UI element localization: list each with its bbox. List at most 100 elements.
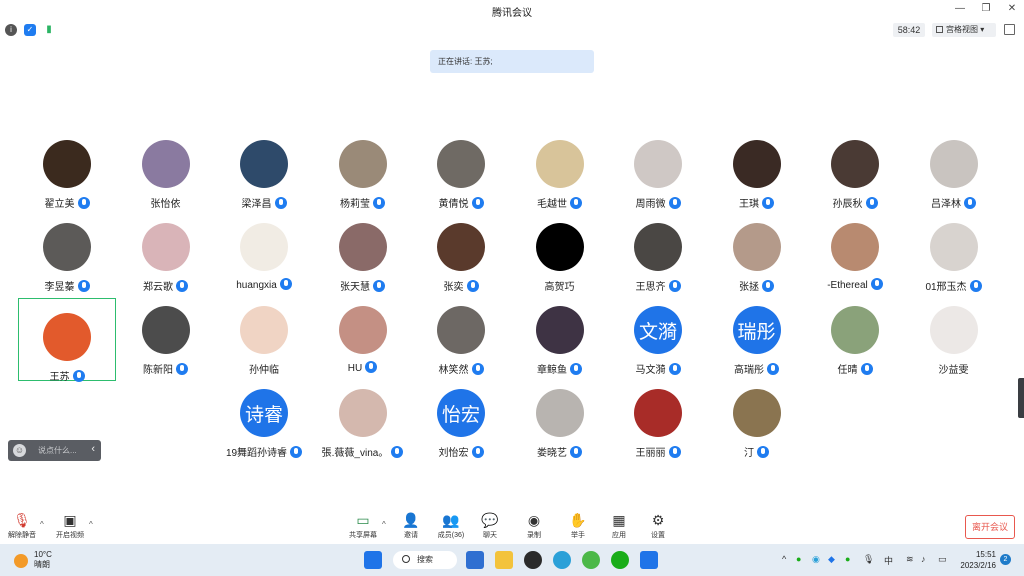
audio-options-caret[interactable]: ^: [40, 520, 44, 529]
participant-avatar: [43, 313, 91, 361]
participant-tile[interactable]: 高贺巧: [511, 209, 609, 293]
minimize-icon[interactable]: —: [954, 2, 966, 16]
participant-tile[interactable]: 王苏: [18, 298, 116, 383]
participant-tile[interactable]: 怡宏 刘怡宏: [412, 375, 510, 459]
participant-tile[interactable]: 梁泽昌: [215, 126, 313, 210]
invite-button[interactable]: 👤 邀请: [391, 512, 431, 540]
participant-avatar: [141, 140, 190, 188]
participant-name-row: 梁泽昌: [215, 195, 313, 210]
participant-tile[interactable]: -Ethereal: [806, 209, 904, 291]
share-screen-button[interactable]: ▭ 共享屏幕: [343, 512, 383, 540]
dell-icon[interactable]: [524, 551, 542, 569]
participant-avatar: [141, 223, 190, 271]
participant-tile[interactable]: 张拯: [708, 209, 806, 293]
mail-icon[interactable]: [466, 551, 484, 569]
participant-avatar: [437, 223, 485, 271]
record-button[interactable]: ◉ 录制: [514, 512, 554, 540]
participant-tile[interactable]: 周雨微: [609, 126, 707, 210]
participant-tile[interactable]: 汀: [708, 375, 806, 459]
apps-button[interactable]: ▦ 应用: [599, 512, 639, 540]
participant-tile[interactable]: 张奕: [412, 209, 510, 293]
participant-tile[interactable]: 王琪: [708, 126, 806, 210]
participant-tile[interactable]: 毛越世: [511, 126, 609, 210]
participant-tile[interactable]: 郑云歌: [117, 209, 215, 293]
mic-icon: [373, 197, 385, 209]
battery-icon[interactable]: ▭: [938, 554, 947, 565]
participant-tile[interactable]: 王丽丽: [609, 375, 707, 459]
fullscreen-icon[interactable]: [1004, 24, 1015, 35]
participant-tile[interactable]: 張.薇薇_vina。: [314, 375, 412, 459]
participant-tile[interactable]: 沙益雯: [905, 292, 1003, 376]
participant-tile[interactable]: 诗睿 19舞蹈孙诗睿: [215, 375, 313, 459]
participant-tile[interactable]: 孙辰秋: [806, 126, 904, 210]
close-icon[interactable]: ✕: [1006, 2, 1018, 16]
participant-tile[interactable]: 李昱蓁: [18, 209, 116, 293]
browser-icon[interactable]: [582, 551, 600, 569]
taskbar-clock[interactable]: 15:51 2023/2/16: [958, 549, 996, 571]
view-mode-select[interactable]: 宫格视图 ▾: [932, 23, 996, 37]
participant-tile[interactable]: 娄晓艺: [511, 375, 609, 459]
info-icon[interactable]: i: [5, 24, 17, 36]
unmute-button[interactable]: 🎙 解除静音: [2, 512, 42, 540]
volume-icon[interactable]: ♪: [921, 554, 926, 564]
participant-tile[interactable]: 陈新阳: [117, 292, 215, 376]
signal-icon[interactable]: ▮: [43, 24, 55, 36]
taskbar-search[interactable]: 搜索: [393, 551, 457, 569]
participant-tile[interactable]: 吕泽林: [905, 126, 1003, 210]
participant-tile[interactable]: 翟立美: [18, 126, 116, 210]
tray-shield-icon[interactable]: ◆: [828, 554, 835, 565]
participant-name-row: 周雨微: [609, 195, 707, 210]
notification-badge[interactable]: 2: [1000, 554, 1011, 565]
tray-wechat-icon[interactable]: ●: [796, 554, 801, 564]
start-video-button[interactable]: ▣ 开启视频: [50, 512, 90, 540]
share-options-caret[interactable]: ^: [382, 520, 386, 529]
participant-tile[interactable]: 任晴: [806, 292, 904, 376]
wifi-icon[interactable]: ≋: [906, 554, 914, 565]
participant-tile[interactable]: 01邢玉杰: [905, 209, 1003, 293]
add-user-icon: 👤: [402, 512, 420, 528]
leave-meeting-button[interactable]: 离开会议: [965, 515, 1015, 539]
members-icon: 👥: [442, 512, 460, 528]
start-icon[interactable]: [364, 551, 382, 569]
participant-avatar: [141, 306, 190, 354]
participant-tile[interactable]: HU: [314, 292, 412, 374]
video-options-caret[interactable]: ^: [89, 520, 93, 529]
chevron-left-icon[interactable]: ‹: [91, 443, 95, 455]
tray-chevron-icon[interactable]: ^: [782, 554, 786, 564]
participant-tile[interactable]: 黄倩悦: [412, 126, 510, 210]
participant-name-row: 孙辰秋: [806, 195, 904, 210]
settings-button[interactable]: ⚙ 设置: [638, 512, 678, 540]
participant-tile[interactable]: 林笑然: [412, 292, 510, 376]
share-screen-icon: ▭: [356, 512, 370, 528]
participant-name: 19舞蹈孙诗睿: [225, 448, 288, 459]
participant-tile[interactable]: 杨莉莹: [314, 126, 412, 210]
shield-icon[interactable]: ✓: [24, 24, 36, 36]
participant-tile[interactable]: huangxia: [215, 209, 313, 291]
settings-label: 设置: [651, 532, 665, 539]
ime-indicator[interactable]: 中: [884, 554, 893, 567]
participant-tile[interactable]: 孙仲临: [215, 292, 313, 376]
participant-tile[interactable]: 张天慧: [314, 209, 412, 293]
participant-tile[interactable]: 瑞彤 高瑞彤: [708, 292, 806, 376]
chat-input[interactable]: ☺ 说点什么... ‹: [8, 440, 101, 461]
participant-tile[interactable]: 王思齐: [609, 209, 707, 293]
mic-icon: [570, 197, 582, 209]
members-button[interactable]: 👥 成员(36): [431, 512, 471, 540]
file-explorer-icon[interactable]: [495, 551, 513, 569]
participant-tile[interactable]: 文漪 马文漪: [609, 292, 707, 376]
restore-icon[interactable]: ❐: [980, 2, 992, 16]
raise-hand-button[interactable]: ✋ 举手: [558, 512, 598, 540]
chat-button[interactable]: 💬 聊天: [470, 512, 510, 540]
tray-app-icon[interactable]: ◉: [812, 554, 820, 565]
tencent-meeting-icon[interactable]: [640, 551, 658, 569]
participant-tile[interactable]: 章鲸鱼: [511, 292, 609, 376]
emoji-icon[interactable]: ☺: [13, 444, 26, 457]
side-panel-handle[interactable]: [1018, 378, 1024, 418]
tray-mic-icon[interactable]: 🎙: [863, 554, 874, 565]
tray-chat-icon[interactable]: ●: [845, 554, 850, 564]
participant-tile[interactable]: 张怡依: [117, 126, 215, 210]
edge-icon[interactable]: [553, 551, 571, 569]
mic-icon: [290, 446, 303, 458]
wechat-icon[interactable]: [611, 551, 629, 569]
participant-name: 娄晓艺: [537, 448, 567, 459]
